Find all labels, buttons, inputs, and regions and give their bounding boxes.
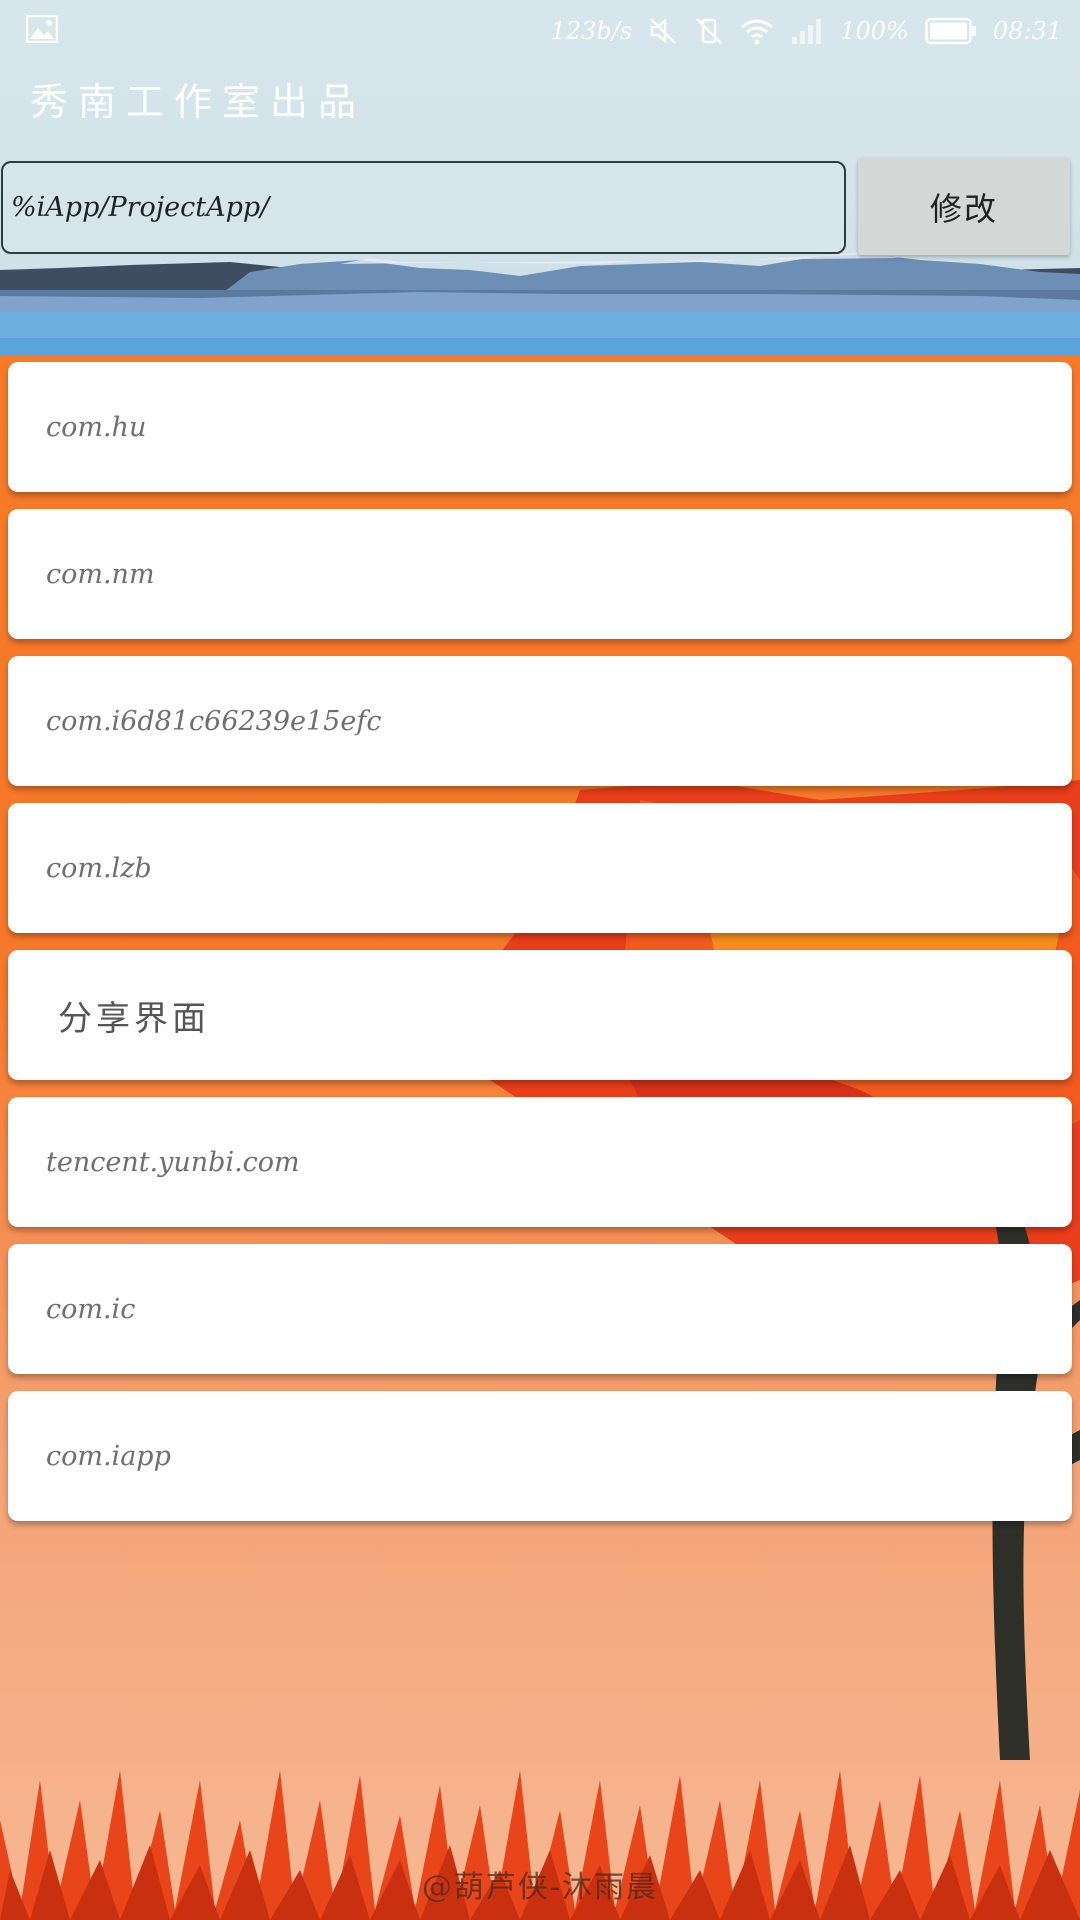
list-item[interactable]: 分享界面: [8, 950, 1072, 1080]
list-item[interactable]: com.lzb: [8, 803, 1072, 933]
signal-icon: [790, 17, 824, 45]
list-item[interactable]: com.hu: [8, 362, 1072, 492]
list-item[interactable]: com.i6d81c66239e15efc: [8, 656, 1072, 786]
image-icon: [25, 14, 59, 47]
list-item[interactable]: tencent.yunbi.com: [8, 1097, 1072, 1227]
battery-percent: 100%: [840, 17, 909, 45]
status-bar: 123b/s 100% 08:31: [0, 0, 1080, 62]
wifi-icon: [740, 17, 774, 45]
path-input[interactable]: [1, 161, 846, 254]
network-speed: 123b/s: [550, 17, 633, 45]
list-item[interactable]: com.ic: [8, 1244, 1072, 1374]
app-title: 秀南工作室出品: [30, 80, 367, 124]
clock-time: 08:31: [992, 17, 1062, 45]
list-item[interactable]: com.iapp: [8, 1391, 1072, 1521]
project-list: com.hu com.nm com.i6d81c66239e15efc com.…: [8, 362, 1072, 1538]
footer-credit: @葫芦侠-沐雨晨: [421, 1870, 659, 1905]
vibrate-off-icon: [694, 16, 724, 46]
lake-mountain-scenery: [0, 252, 1080, 360]
modify-button[interactable]: 修改: [858, 158, 1070, 255]
mute-icon: [648, 16, 678, 46]
battery-icon: [925, 17, 977, 45]
list-item[interactable]: com.nm: [8, 509, 1072, 639]
